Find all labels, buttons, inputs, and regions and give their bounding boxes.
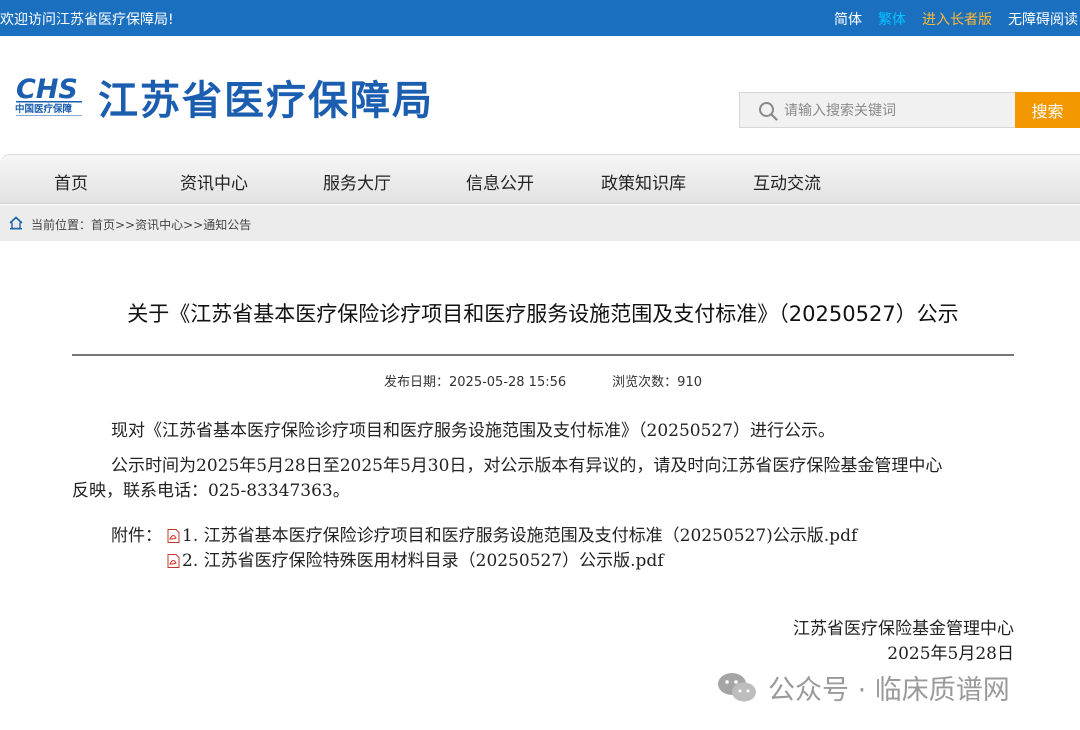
- attachment-2-label: 2. 江苏省医疗保险特殊医用材料目录（20250527）公示版.pdf: [182, 551, 664, 571]
- pdf-icon: [167, 554, 180, 568]
- notice-paragraph-2-line-1: 公示时间为2025年5月28日至2025年5月30日，对公示版本有异议的，请及时…: [111, 456, 943, 476]
- attachments-label: 附件：: [111, 526, 162, 546]
- breadcrumb-text[interactable]: 当前位置：首页>>资讯中心>>通知公告: [31, 216, 251, 233]
- top-links: 简体 繁体 进入长者版 无障碍阅读: [818, 9, 1078, 29]
- nav-item-services[interactable]: 服务大厅: [323, 169, 391, 194]
- nav-item-interaction[interactable]: 互动交流: [753, 169, 821, 194]
- simplified-chinese-link[interactable]: 简体: [834, 12, 862, 28]
- signature-org: 江苏省医疗保险基金管理中心: [793, 619, 1014, 639]
- publish-date: 2025-05-28 15:56: [449, 375, 567, 390]
- search-icon: [759, 102, 778, 121]
- page-title: 关于《江苏省基本医疗保险诊疗项目和医疗服务设施范围及支付标准》（20250527…: [127, 302, 959, 326]
- logo-chs-text: CHS: [16, 74, 78, 105]
- pdf-icon: [167, 529, 180, 543]
- attachment-link-2[interactable]: 2. 江苏省医疗保险特殊医用材料目录（20250527）公示版.pdf: [167, 546, 664, 571]
- nav-item-news[interactable]: 资讯中心: [180, 169, 248, 194]
- site-title: 江苏省医疗保障局: [98, 78, 434, 124]
- breadcrumb: 当前位置：首页>>资讯中心>>通知公告: [0, 205, 1080, 241]
- welcome-text: 欢迎访问江苏省医疗保障局!: [0, 12, 174, 28]
- notice-paragraph-1: 现对《江苏省基本医疗保险诊疗项目和医疗服务设施范围及支付标准》（20250527…: [111, 421, 836, 441]
- traditional-chinese-link[interactable]: 繁体: [878, 12, 906, 28]
- notice-paragraph-2-line-2: 反映，联系电话：025-83347363。: [72, 481, 350, 501]
- attachment-link-1[interactable]: 1. 江苏省基本医疗保险诊疗项目和医疗服务设施范围及支付标准（20250527)…: [167, 521, 857, 546]
- home-icon: [9, 216, 23, 230]
- logo-sub-text: 中国医疗保障: [15, 103, 73, 115]
- views-count: 910: [677, 375, 702, 390]
- top-bar: 欢迎访问江苏省医疗保障局! 简体 繁体 进入长者版 无障碍阅读: [0, 0, 1080, 36]
- views-label: 浏览次数：: [612, 375, 678, 390]
- search-box: [739, 92, 1016, 128]
- watermark-text: 公众号 · 临床质谱网: [768, 675, 1010, 706]
- elderly-mode-link[interactable]: 进入长者版: [922, 12, 992, 28]
- publish-label: 发布日期：: [383, 375, 449, 390]
- nav-item-disclosure[interactable]: 信息公开: [466, 169, 534, 194]
- nav-item-home[interactable]: 首页: [54, 169, 88, 194]
- title-divider: [72, 354, 1014, 356]
- article-meta: 发布日期：2025-05-28 15:56 浏览次数：910: [72, 371, 1014, 390]
- signature-date: 2025年5月28日: [887, 644, 1014, 664]
- chs-logo[interactable]: CHS 中国医疗保障: [14, 72, 86, 118]
- nav-item-policy[interactable]: 政策知识库: [601, 169, 686, 194]
- search-button[interactable]: 搜索: [1015, 92, 1080, 128]
- accessibility-link[interactable]: 无障碍阅读: [1008, 12, 1078, 28]
- search-input[interactable]: [784, 99, 1009, 123]
- main-nav: 首页 资讯中心 服务大厅 信息公开 政策知识库 互动交流: [0, 154, 1080, 204]
- wechat-icon: [718, 673, 756, 702]
- attachment-1-label: 1. 江苏省基本医疗保险诊疗项目和医疗服务设施范围及支付标准（20250527)…: [182, 526, 858, 546]
